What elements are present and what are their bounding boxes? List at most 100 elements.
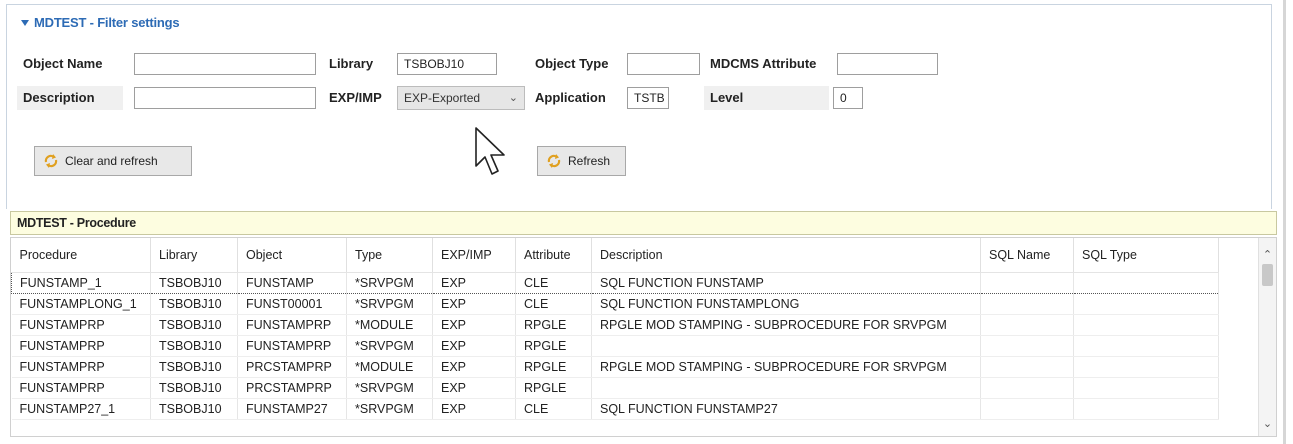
clear-and-refresh-label: Clear and refresh xyxy=(65,154,158,168)
mdcms-attribute-label: MDCMS Attribute xyxy=(710,56,817,71)
cell-sql-type xyxy=(1073,293,1219,315)
library-input[interactable]: TSBOBJ10 xyxy=(397,53,497,75)
exp-imp-select[interactable]: EXP-Exported ⌄ xyxy=(397,86,525,110)
cell-library: TSBOBJ10 xyxy=(150,335,238,357)
cell-attribute: RPGLE xyxy=(515,356,592,378)
filter-settings-title: MDTEST - Filter settings xyxy=(34,15,180,30)
cell-attribute: CLE xyxy=(515,293,592,315)
cell-attribute: CLE xyxy=(515,272,592,294)
column-header-type[interactable]: Type xyxy=(346,238,433,273)
cell-type: *SRVPGM xyxy=(346,398,433,420)
table-row[interactable]: FUNSTAMPLONG_1 TSBOBJ10 FUNST00001 *SRVPGM E… xyxy=(11,293,1219,315)
cell-sql-name xyxy=(980,335,1074,357)
object-type-input[interactable] xyxy=(627,53,700,75)
cell-sql-name xyxy=(980,272,1074,294)
cell-exp-imp: EXP xyxy=(432,272,516,294)
table-row[interactable]: FUNSTAMPRP TSBOBJ10 FUNSTAMPRP *SRVPGM EXP RP… xyxy=(11,335,1219,357)
cell-object: PRCSTAMPRP xyxy=(237,377,347,399)
table-row[interactable]: FUNSTAMP27_1 TSBOBJ10 FUNSTAMP27 *SRVPGM EXP… xyxy=(11,398,1219,420)
scroll-down-icon[interactable]: ⌄ xyxy=(1259,417,1276,430)
column-header-exp-imp[interactable]: EXP/IMP xyxy=(432,238,516,273)
cell-procedure: FUNSTAMP27_1 xyxy=(11,398,151,420)
cell-description: SQL FUNCTION FUNSTAMP27 xyxy=(591,398,981,420)
column-header-attribute[interactable]: Attribute xyxy=(515,238,592,273)
cell-library: TSBOBJ10 xyxy=(150,377,238,399)
description-input[interactable] xyxy=(134,87,316,109)
cell-type: *SRVPGM xyxy=(346,272,433,294)
mdcms-attribute-input[interactable] xyxy=(837,53,938,75)
cell-type: *SRVPGM xyxy=(346,377,433,399)
cell-type: *MODULE xyxy=(346,356,433,378)
column-header-sql-type[interactable]: SQL Type xyxy=(1073,238,1219,273)
cell-sql-name xyxy=(980,314,1074,336)
exp-imp-selected: EXP-Exported xyxy=(404,91,481,105)
filter-settings-panel: MDTEST - Filter settings Object Name Lib… xyxy=(6,4,1272,209)
cell-procedure: FUNSTAMP_1 xyxy=(11,272,151,294)
refresh-button[interactable]: Refresh xyxy=(537,146,626,176)
cell-exp-imp: EXP xyxy=(432,293,516,315)
cell-library: TSBOBJ10 xyxy=(150,356,238,378)
chevron-down-icon: ⌄ xyxy=(508,92,518,104)
triangle-down-icon[interactable] xyxy=(21,19,29,26)
column-header-library[interactable]: Library xyxy=(150,238,238,273)
column-header-procedure[interactable]: Procedure xyxy=(11,238,151,273)
cell-sql-name xyxy=(980,293,1074,315)
procedure-table-container: Procedure Library Object Type EXP/IMP At… xyxy=(10,237,1277,437)
level-label: Level xyxy=(704,86,829,110)
refresh-icon xyxy=(44,154,58,168)
cell-exp-imp: EXP xyxy=(432,377,516,399)
cell-description: SQL FUNCTION FUNSTAMPLONG xyxy=(591,293,981,315)
cell-attribute: RPGLE xyxy=(515,335,592,357)
cell-sql-type xyxy=(1073,335,1219,357)
application-label: Application xyxy=(535,90,606,105)
cell-object: FUNSTAMPRP xyxy=(237,335,347,357)
table-header-row: Procedure Library Object Type EXP/IMP At… xyxy=(11,238,1219,273)
cell-procedure: FUNSTAMPRP xyxy=(11,377,151,399)
procedure-table: Procedure Library Object Type EXP/IMP At… xyxy=(11,238,1219,420)
column-header-object[interactable]: Object xyxy=(237,238,347,273)
window-edge xyxy=(1283,0,1286,444)
vertical-scrollbar[interactable]: ⌃ ⌄ xyxy=(1258,238,1276,436)
cell-library: TSBOBJ10 xyxy=(150,398,238,420)
cell-sql-name xyxy=(980,398,1074,420)
scroll-up-icon[interactable]: ⌃ xyxy=(1259,248,1276,261)
cell-object: FUNSTAMP27 xyxy=(237,398,347,420)
cell-description: SQL FUNCTION FUNSTAMP xyxy=(591,272,981,294)
cell-attribute: RPGLE xyxy=(515,314,592,336)
cell-attribute: CLE xyxy=(515,398,592,420)
cell-sql-name xyxy=(980,377,1074,399)
column-header-sql-name[interactable]: SQL Name xyxy=(980,238,1074,273)
scrollbar-thumb[interactable] xyxy=(1262,264,1273,286)
cell-procedure: FUNSTAMPLONG_1 xyxy=(11,293,151,315)
cell-exp-imp: EXP xyxy=(432,398,516,420)
cell-sql-type xyxy=(1073,356,1219,378)
cell-exp-imp: EXP xyxy=(432,314,516,336)
table-row[interactable]: FUNSTAMPRP TSBOBJ10 PRCSTAMPRP *MODULE EXP RP… xyxy=(11,356,1219,378)
cell-type: *MODULE xyxy=(346,314,433,336)
cell-description xyxy=(591,377,981,399)
cell-type: *SRVPGM xyxy=(346,335,433,357)
level-input[interactable]: 0 xyxy=(833,87,863,109)
object-name-input[interactable] xyxy=(134,53,316,75)
description-label: Description xyxy=(17,86,123,110)
cell-procedure: FUNSTAMPRP xyxy=(11,335,151,357)
object-type-label: Object Type xyxy=(535,56,609,71)
cell-library: TSBOBJ10 xyxy=(150,272,238,294)
filter-settings-header[interactable]: MDTEST - Filter settings xyxy=(21,15,180,30)
column-header-description[interactable]: Description xyxy=(591,238,981,273)
cell-object: FUNSTAMPRP xyxy=(237,314,347,336)
cell-object: FUNSTAMP xyxy=(237,272,347,294)
cell-procedure: FUNSTAMPRP xyxy=(11,356,151,378)
application-input[interactable]: TSTB xyxy=(627,87,669,109)
cell-library: TSBOBJ10 xyxy=(150,314,238,336)
clear-and-refresh-button[interactable]: Clear and refresh xyxy=(34,146,192,176)
object-name-label: Object Name xyxy=(23,56,103,71)
cell-type: *SRVPGM xyxy=(346,293,433,315)
table-row[interactable]: FUNSTAMPRP TSBOBJ10 FUNSTAMPRP *MODULE EXP RP… xyxy=(11,314,1219,336)
table-row[interactable]: FUNSTAMP_1 TSBOBJ10 FUNSTAMP *SRVPGM EXP CLE S… xyxy=(11,272,1219,294)
cell-exp-imp: EXP xyxy=(432,356,516,378)
library-label: Library xyxy=(329,56,374,71)
cell-object: FUNST00001 xyxy=(237,293,347,315)
cell-library: TSBOBJ10 xyxy=(150,293,238,315)
table-row[interactable]: FUNSTAMPRP TSBOBJ10 PRCSTAMPRP *SRVPGM EXP RP… xyxy=(11,377,1219,399)
